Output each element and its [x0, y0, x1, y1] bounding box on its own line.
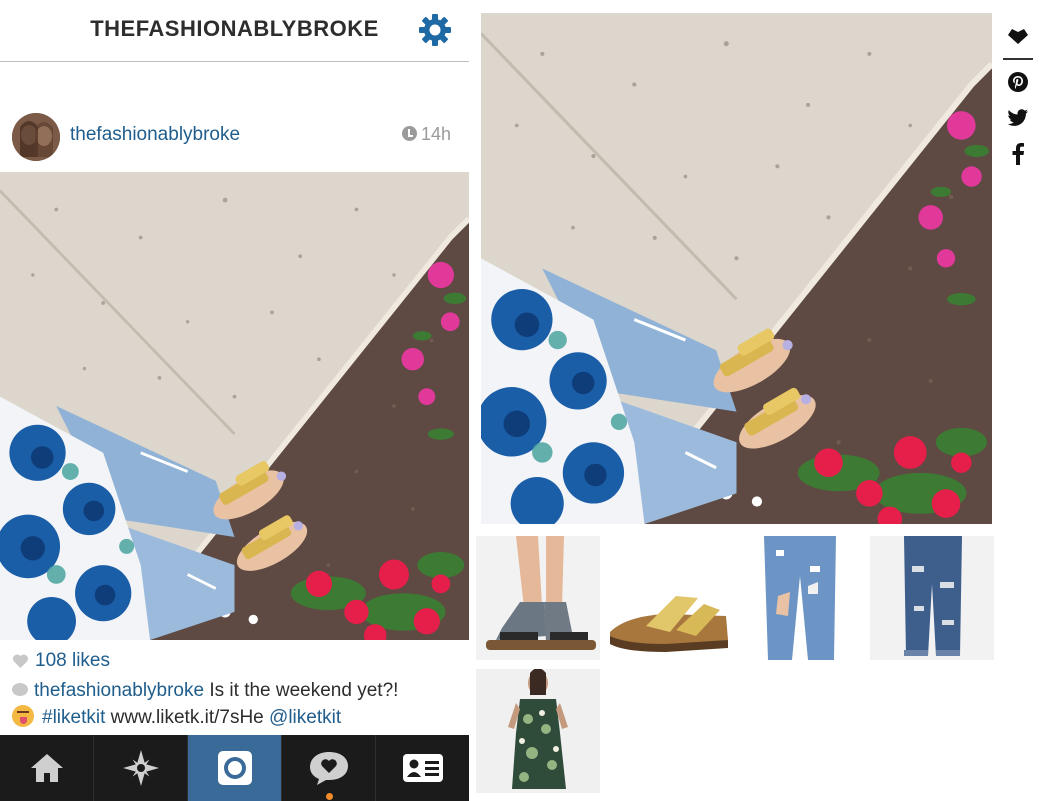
twitter-button[interactable] [998, 100, 1038, 136]
post-username[interactable]: thefashionablybroke [70, 124, 240, 146]
camera-icon [217, 751, 252, 785]
bottom-tab-bar [0, 735, 469, 801]
app-header: THEFASHIONABLYBROKE [0, 0, 469, 62]
gear-icon[interactable] [417, 12, 453, 48]
tab-activity[interactable] [282, 735, 376, 801]
post-header: thefashionablybroke 14h [0, 108, 469, 164]
post-caption: thefashionablybroke Is it the weekend ye… [12, 677, 462, 731]
facebook-icon [1012, 143, 1024, 165]
instagram-phone-view: THEFASHIONABLYBROKE thefashionablybroke … [0, 0, 469, 801]
tongue-out-emoji-icon [12, 705, 34, 727]
post-time: 14h [421, 124, 452, 144]
liketoknowit-heart-icon [1008, 29, 1028, 44]
pinterest-icon [1008, 72, 1028, 92]
activity-icon [309, 752, 348, 785]
share-divider [1003, 58, 1033, 60]
explore-icon [122, 750, 159, 786]
post-timestamp: 14h [402, 124, 451, 145]
avatar[interactable] [12, 113, 60, 161]
tab-explore[interactable] [94, 735, 188, 801]
clock-icon [402, 126, 417, 141]
caption-text: Is it the weekend yet?! [209, 680, 399, 701]
product-thumbnail-light-distressed-jeans[interactable] [738, 536, 862, 660]
caption-link[interactable]: www.liketk.it/7sHe [111, 707, 264, 728]
tab-profile[interactable] [376, 735, 469, 801]
product-thumbnail-boyfriend-jeans[interactable] [870, 536, 994, 660]
tab-camera[interactable] [188, 735, 282, 801]
likes-count[interactable]: 108 likes [35, 650, 110, 672]
twitter-icon [1007, 109, 1028, 126]
notification-dot [325, 793, 333, 800]
home-icon [30, 754, 63, 782]
product-thumbnail-gold-sandal[interactable] [606, 536, 730, 660]
product-thumbnail-socks-sandals[interactable] [476, 536, 600, 660]
share-sidebar [998, 18, 1038, 172]
facebook-button[interactable] [998, 136, 1038, 172]
heart-icon [12, 654, 29, 668]
header-title: THEFASHIONABLYBROKE [90, 16, 379, 41]
comment-bubble-icon [12, 683, 28, 696]
profile-icon [402, 754, 443, 782]
tab-home[interactable] [0, 735, 94, 801]
post-photo[interactable] [0, 172, 469, 640]
product-thumbnail-floral-dress[interactable] [476, 669, 600, 793]
caption-username[interactable]: thefashionablybroke [34, 680, 204, 701]
pinterest-button[interactable] [998, 64, 1038, 100]
featured-photo[interactable] [481, 13, 992, 524]
liketoknowit-button[interactable] [998, 18, 1038, 54]
caption-hashtag[interactable]: #liketkit [42, 707, 105, 728]
caption-mention[interactable]: @liketkit [269, 707, 341, 728]
